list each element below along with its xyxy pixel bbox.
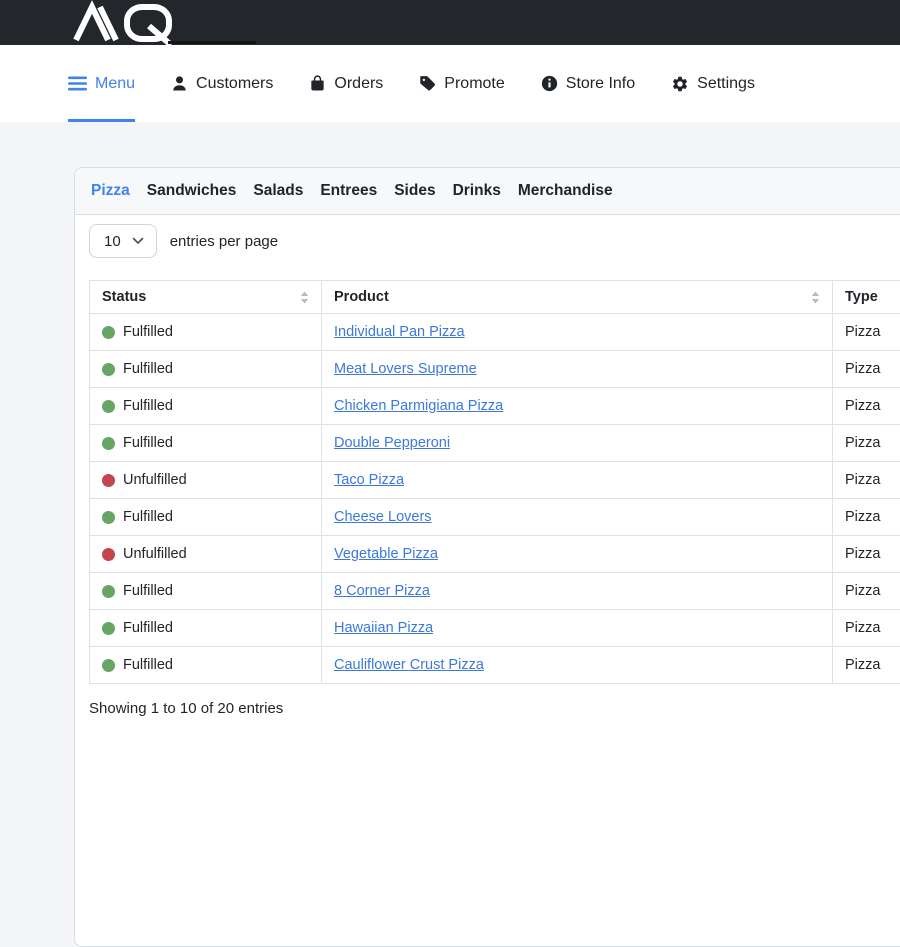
type-cell: Pizza bbox=[845, 657, 880, 673]
status-dot-icon bbox=[102, 511, 115, 524]
status-dot-icon bbox=[102, 548, 115, 561]
type-cell: Pizza bbox=[845, 620, 880, 636]
product-link[interactable]: Meat Lovers Supreme bbox=[334, 361, 477, 377]
table-row: Unfulfilled Taco Pizza Pizza bbox=[90, 462, 900, 499]
menu-card: Pizza Sandwiches Salads Entrees Sides Drinks M… bbox=[74, 167, 900, 947]
table-header-row: Status Product Type bbox=[90, 281, 900, 314]
status-badge: Fulfilled bbox=[102, 620, 309, 636]
product-link[interactable]: Cauliflower Crust Pizza bbox=[334, 657, 484, 673]
entries-control: 10 entries per page bbox=[89, 224, 900, 258]
tab-sandwiches[interactable]: Sandwiches bbox=[147, 182, 237, 200]
tab-entrees[interactable]: Entrees bbox=[320, 182, 377, 200]
type-cell: Pizza bbox=[845, 435, 880, 451]
status-dot-icon bbox=[102, 622, 115, 635]
entries-per-page-select[interactable]: 10 bbox=[89, 224, 157, 258]
table-row: Fulfilled Chicken Parmigiana Pizza Pizza bbox=[90, 388, 900, 425]
status-dot-icon bbox=[102, 326, 115, 339]
hamburger-icon bbox=[68, 76, 87, 91]
main-nav: Menu Customers Orders Promote Store Info… bbox=[0, 45, 900, 122]
tag-icon bbox=[419, 75, 436, 92]
entries-per-page-label: entries per page bbox=[170, 233, 278, 250]
table-row: Fulfilled Meat Lovers Supreme Pizza bbox=[90, 351, 900, 388]
product-link[interactable]: Double Pepperoni bbox=[334, 435, 450, 451]
table-row: Fulfilled Hawaiian Pizza Pizza bbox=[90, 610, 900, 647]
sort-icon[interactable] bbox=[300, 291, 309, 304]
status-badge: Fulfilled bbox=[102, 324, 309, 340]
status-badge: Fulfilled bbox=[102, 361, 309, 377]
table-row: Fulfilled Individual Pan Pizza Pizza bbox=[90, 314, 900, 351]
type-cell: Pizza bbox=[845, 324, 880, 340]
sort-icon[interactable] bbox=[811, 291, 820, 304]
nav-item-orders[interactable]: Orders bbox=[309, 45, 383, 122]
status-dot-icon bbox=[102, 437, 115, 450]
category-tabs: Pizza Sandwiches Salads Entrees Sides Drinks M… bbox=[75, 168, 900, 215]
chevron-down-icon bbox=[132, 237, 144, 245]
page-content: Pizza Sandwiches Salads Entrees Sides Drinks M… bbox=[0, 122, 900, 947]
type-cell: Pizza bbox=[845, 509, 880, 525]
tab-drinks[interactable]: Drinks bbox=[453, 182, 501, 200]
nav-item-customers[interactable]: Customers bbox=[171, 45, 273, 122]
tab-pizza[interactable]: Pizza bbox=[91, 182, 130, 200]
entries-per-page-value: 10 bbox=[104, 233, 121, 250]
product-link[interactable]: Taco Pizza bbox=[334, 472, 404, 488]
status-dot-icon bbox=[102, 659, 115, 672]
nav-item-promote[interactable]: Promote bbox=[419, 45, 504, 122]
product-link[interactable]: Individual Pan Pizza bbox=[334, 324, 465, 340]
column-header-status[interactable]: Status bbox=[90, 281, 322, 314]
status-dot-icon bbox=[102, 400, 115, 413]
logo-underline bbox=[168, 41, 256, 44]
product-link[interactable]: 8 Corner Pizza bbox=[334, 583, 430, 599]
brand-logo bbox=[72, 3, 184, 43]
status-dot-icon bbox=[102, 585, 115, 598]
nav-item-store-info[interactable]: Store Info bbox=[541, 45, 635, 122]
products-table: Status Product Type Fulfilled Individual… bbox=[89, 280, 900, 684]
product-link[interactable]: Cheese Lovers bbox=[334, 509, 432, 525]
table-row: Fulfilled Cauliflower Crust Pizza Pizza bbox=[90, 647, 900, 684]
tab-salads[interactable]: Salads bbox=[253, 182, 303, 200]
table-row: Fulfilled 8 Corner Pizza Pizza bbox=[90, 573, 900, 610]
tab-sides[interactable]: Sides bbox=[394, 182, 435, 200]
column-header-product[interactable]: Product bbox=[322, 281, 833, 314]
column-header-type[interactable]: Type bbox=[833, 281, 900, 314]
table-row: Fulfilled Cheese Lovers Pizza bbox=[90, 499, 900, 536]
status-badge: Unfulfilled bbox=[102, 546, 309, 562]
status-badge: Fulfilled bbox=[102, 657, 309, 673]
person-icon bbox=[171, 75, 188, 92]
table-body: Fulfilled Individual Pan Pizza Pizza Ful… bbox=[90, 314, 900, 684]
type-cell: Pizza bbox=[845, 472, 880, 488]
status-dot-icon bbox=[102, 363, 115, 376]
product-link[interactable]: Hawaiian Pizza bbox=[334, 620, 433, 636]
table-row: Fulfilled Double Pepperoni Pizza bbox=[90, 425, 900, 462]
tab-merchandise[interactable]: Merchandise bbox=[518, 182, 613, 200]
status-badge: Fulfilled bbox=[102, 398, 309, 414]
bag-icon bbox=[309, 75, 326, 92]
nav-item-settings[interactable]: Settings bbox=[671, 45, 755, 122]
table-summary: Showing 1 to 10 of 20 entries bbox=[89, 700, 900, 717]
status-dot-icon bbox=[102, 474, 115, 487]
type-cell: Pizza bbox=[845, 398, 880, 414]
nav-item-menu[interactable]: Menu bbox=[68, 45, 135, 122]
status-badge: Unfulfilled bbox=[102, 472, 309, 488]
type-cell: Pizza bbox=[845, 583, 880, 599]
type-cell: Pizza bbox=[845, 546, 880, 562]
info-icon bbox=[541, 75, 558, 92]
status-badge: Fulfilled bbox=[102, 435, 309, 451]
status-badge: Fulfilled bbox=[102, 509, 309, 525]
card-body: 10 entries per page Status Product Type … bbox=[75, 215, 900, 737]
type-cell: Pizza bbox=[845, 361, 880, 377]
top-bar bbox=[0, 0, 900, 45]
product-link[interactable]: Chicken Parmigiana Pizza bbox=[334, 398, 503, 414]
table-row: Unfulfilled Vegetable Pizza Pizza bbox=[90, 536, 900, 573]
status-badge: Fulfilled bbox=[102, 583, 309, 599]
gear-icon bbox=[671, 75, 689, 93]
product-link[interactable]: Vegetable Pizza bbox=[334, 546, 438, 562]
